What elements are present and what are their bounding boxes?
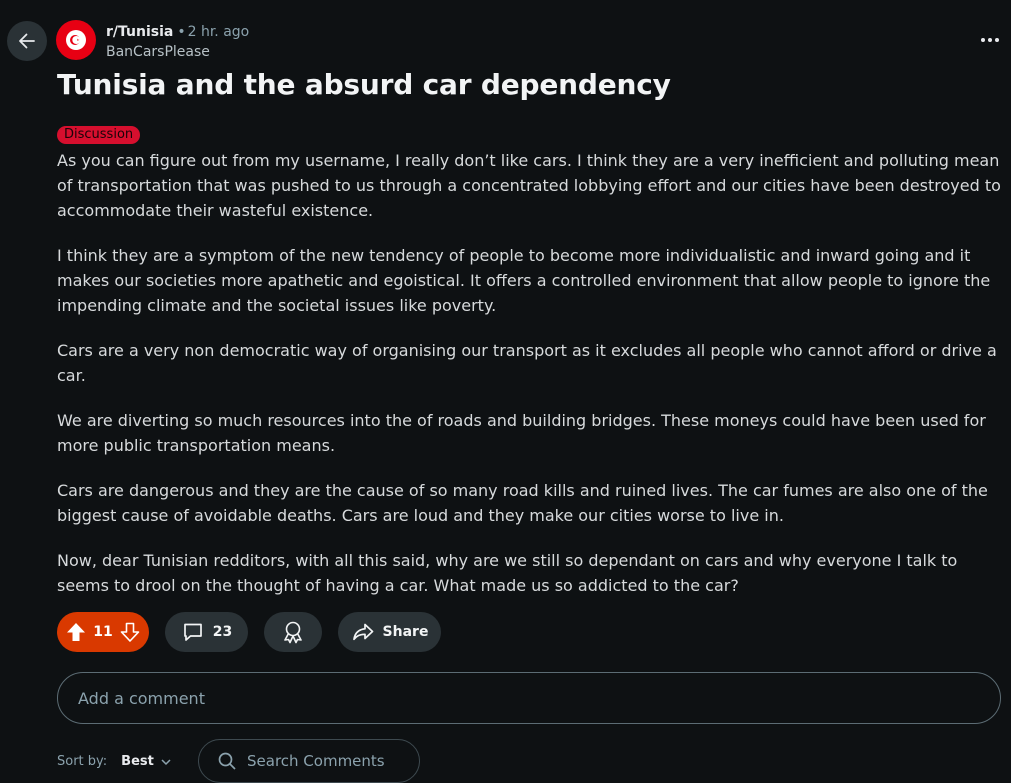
more-options-button[interactable] xyxy=(974,28,1006,52)
body-paragraph: Cars are a very non democratic way of or… xyxy=(57,341,997,385)
award-button[interactable] xyxy=(264,612,322,652)
body-paragraph: Cars are dangerous and they are the caus… xyxy=(57,481,988,525)
back-button[interactable] xyxy=(7,21,47,61)
author-link[interactable]: BanCarsPlease xyxy=(106,43,210,61)
comments-button[interactable]: 23 xyxy=(165,612,248,652)
subreddit-link[interactable]: r/Tunisia xyxy=(106,24,173,40)
upvote-arrow-icon[interactable] xyxy=(65,621,87,643)
vote-control: 11 xyxy=(57,612,149,652)
body-paragraph: As you can figure out from my username, … xyxy=(57,151,1001,220)
post-flair[interactable]: Discussion xyxy=(57,126,141,144)
arrow-left-icon xyxy=(19,33,35,49)
body-paragraph: Now, dear Tunisian redditors, with all t… xyxy=(57,551,958,595)
share-button[interactable]: Share xyxy=(338,612,441,652)
body-paragraph: We are diverting so much resources into … xyxy=(57,411,986,455)
comment-input[interactable]: Add a comment xyxy=(57,672,1001,724)
post-actions: 11 23 Share xyxy=(57,612,441,652)
comment-count: 23 xyxy=(212,624,233,640)
share-label: Share xyxy=(382,624,429,640)
share-arrow-icon xyxy=(352,623,373,641)
vote-count: 11 xyxy=(93,624,113,640)
search-icon xyxy=(218,752,236,770)
award-icon xyxy=(284,621,302,644)
search-comments-input[interactable]: Search Comments xyxy=(198,739,420,783)
comment-bubble-icon xyxy=(183,623,202,641)
post-title: Tunisia and the absurd car dependency xyxy=(57,68,671,101)
meta-separator: • xyxy=(177,24,186,40)
post-body: As you can figure out from my username, … xyxy=(57,148,1002,618)
comment-input-placeholder: Add a comment xyxy=(78,688,205,708)
subreddit-avatar[interactable] xyxy=(56,20,96,60)
post-meta: r/Tunisia • 2 hr. ago xyxy=(106,23,249,41)
downvote-arrow-icon[interactable] xyxy=(119,621,141,643)
post-time: 2 hr. ago xyxy=(187,24,250,40)
more-horizontal-icon xyxy=(981,38,985,42)
body-paragraph: I think they are a symptom of the new te… xyxy=(57,246,991,315)
search-comments-placeholder: Search Comments xyxy=(247,752,385,770)
chevron-down-icon xyxy=(161,758,171,765)
tunisia-flag-emblem xyxy=(66,30,86,50)
